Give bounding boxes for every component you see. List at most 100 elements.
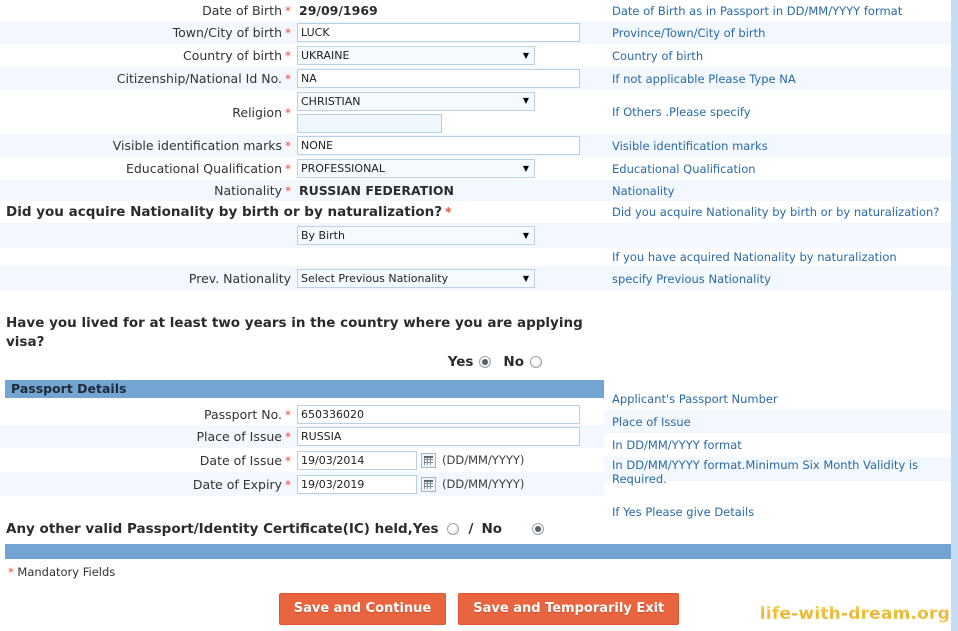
chevron-down-icon: ▼ (522, 96, 529, 105)
field-town-city-of-birth (297, 23, 604, 42)
hint-text: Applicant's Passport Number (612, 392, 778, 406)
form-row-passport-no: Passport No. * (0, 403, 604, 425)
hint-religion: If Others .Please specify (604, 90, 951, 134)
input-date-of-issue[interactable] (297, 450, 417, 470)
hint-text: In DD/MM/YYYY format.Minimum Six Month V… (612, 458, 919, 486)
passport-details-section-header: Passport Details (5, 380, 604, 398)
save-and-temporarily-exit-button[interactable]: Save and Temporarily Exit (458, 593, 680, 625)
input-passport-no[interactable] (297, 404, 580, 424)
select-country-of-birth[interactable]: UKRAINE ▼ (297, 46, 535, 65)
input-town-city-of-birth[interactable] (297, 23, 580, 42)
save-and-continue-button[interactable]: Save and Continue (278, 593, 447, 625)
value-date-of-birth: 29/09/1969 (299, 3, 378, 18)
field-educational-qualification: PROFESSIONAL ▼ (297, 159, 604, 178)
other-passport-question: Any other valid Passport/Identity Certif… (0, 512, 604, 544)
chevron-down-icon: ▼ (522, 273, 529, 283)
field-date-of-birth: 29/09/1969 (297, 3, 604, 18)
calendar-icon[interactable] (421, 452, 436, 468)
hint-text: If Others .Please specify (612, 105, 751, 119)
field-country-of-birth: UKRAINE ▼ (297, 46, 604, 65)
field-visible-identification-marks (297, 136, 604, 155)
hint-town-city-of-birth: Province/Town/City of birth (604, 21, 951, 44)
field-label-text: Prev. Nationality (188, 271, 291, 286)
field-label-date-of-birth: Date of Birth * (5, 3, 297, 18)
chevron-down-icon: ▼ (522, 50, 529, 60)
hint-text: Did you acquire Nationality by birth or … (612, 205, 940, 219)
other-passport-no-radio[interactable] (532, 523, 545, 535)
two-year-yes-label: Yes (447, 354, 474, 370)
form-row-country-of-birth: Country of birth * UKRAINE ▼ (0, 44, 604, 67)
form-row-date-of-birth: Date of Birth * 29/09/1969 (0, 0, 604, 21)
field-date-of-issue: (DD/MM/YYYY) (297, 450, 604, 470)
field-label-text: Visible identification marks (112, 138, 282, 153)
select-religion[interactable]: CHRISTIAN ▼ (297, 91, 535, 111)
form-row-date-of-issue: Date of Issue* (DD/MM/YYYY) (0, 448, 604, 472)
other-passport-separator: / (468, 521, 474, 537)
other-passport-no-label: No (481, 521, 503, 537)
input-date-of-expiry[interactable] (297, 474, 417, 494)
field-label-date-of-issue: Date of Issue * (5, 453, 297, 468)
field-nationality: RUSSIAN FEDERATION (297, 183, 604, 198)
two-year-no-radio[interactable] (530, 356, 542, 368)
form-row-prev-nationality: Prev. Nationality Select Previous Nationa… (0, 266, 604, 291)
field-place-of-issue (297, 427, 604, 446)
input-visible-identification-marks[interactable] (297, 136, 580, 155)
mandatory-fields-note: * Mandatory Fields (8, 565, 115, 579)
hint-educational-qualification: Educational Qualification (604, 157, 951, 180)
hint-text: Nationality (612, 183, 675, 198)
nationality-acquire-question: Did you acquire Nationality by birth or … (0, 201, 604, 223)
field-date-of-expiry: (DD/MM/YYYY) (297, 474, 604, 494)
form-column: Date of Birth * 29/09/1969 Town/City of bir… (0, 0, 604, 544)
select-value: UKRAINE (301, 49, 350, 62)
select-prev-nationality[interactable]: Select Previous Nationality ▼ (297, 269, 535, 288)
spacer-row (0, 248, 604, 266)
input-place-of-issue[interactable] (297, 427, 580, 446)
hint-text: Country of birth (612, 48, 704, 63)
field-label-educational-qualification: Educational Qualification * (5, 161, 297, 176)
hint-date-of-birth: Date of Birth as in Passport in DD/MM/YY… (604, 0, 951, 21)
field-label-text: Citizenship/National Id No. (116, 71, 282, 86)
required-star: * (285, 139, 291, 153)
form-row-date-of-expiry: Date of Expiry* (DD/MM/YYYY) (0, 472, 604, 496)
hint-spacer (604, 309, 951, 357)
footer-accent-bar (5, 544, 951, 559)
required-star: * (285, 162, 291, 176)
hint-text: Date of Birth as in Passport in DD/MM/YY… (612, 3, 903, 18)
field-label-country-of-birth: Country of birth * (5, 48, 297, 63)
input-religion-other[interactable] (297, 113, 442, 133)
hint-text: Province/Town/City of birth (612, 25, 766, 40)
two-year-residency-question-text: Have you lived for at least two years in… (6, 315, 583, 350)
other-passport-yes-radio[interactable] (446, 523, 459, 535)
calendar-icon[interactable] (421, 476, 436, 492)
input-citizenship-national-id-no[interactable] (297, 69, 580, 88)
hint-place-of-issue: Place of Issue (604, 410, 951, 433)
form-row-place-of-issue: Place of Issue * (0, 425, 604, 448)
hint-text: If you have acquired Nationality by natu… (612, 250, 897, 264)
field-label-citizenship-national-id-no: Citizenship/National Id No. * (5, 71, 297, 86)
site-watermark: life-with-dream.org (759, 604, 950, 624)
field-label-text: Religion (232, 104, 282, 120)
hint-spacer (604, 291, 951, 309)
hint-column: Date of Birth as in Passport in DD/MM/YY… (604, 0, 951, 529)
chevron-down-icon: ▼ (522, 163, 529, 173)
other-passport-question-text: Any other valid Passport/Identity Certif… (6, 521, 439, 537)
select-educational-qualification[interactable]: PROFESSIONAL ▼ (297, 159, 535, 178)
two-year-residency-radios: Yes No (448, 353, 542, 372)
format-note-date-of-issue: (DD/MM/YYYY) (442, 453, 525, 467)
form-row-nationality: Nationality * RUSSIAN FEDERATION (0, 180, 604, 201)
form-row-town-city-of-birth: Town/City of birth * (0, 21, 604, 44)
required-star: * (285, 4, 291, 18)
mandatory-label: Mandatory Fields (17, 565, 116, 579)
hint-text: If not applicable Please Type NA (612, 71, 796, 86)
hint-date-of-issue: In DD/MM/YYYY format (604, 433, 951, 457)
hint-spacer (604, 365, 951, 383)
select-nationality-acquire[interactable]: By Birth ▼ (297, 226, 535, 245)
field-nationality-acquire: By Birth ▼ (297, 226, 604, 245)
field-religion: CHRISTIAN ▼ (297, 91, 604, 133)
two-year-yes-radio[interactable] (479, 356, 492, 368)
required-star: * (285, 49, 291, 63)
required-star: * (285, 26, 291, 40)
required-star: * (445, 205, 452, 219)
hint-citizenship-national-id-no: If not applicable Please Type NA (604, 67, 951, 90)
required-star: * (285, 407, 291, 422)
